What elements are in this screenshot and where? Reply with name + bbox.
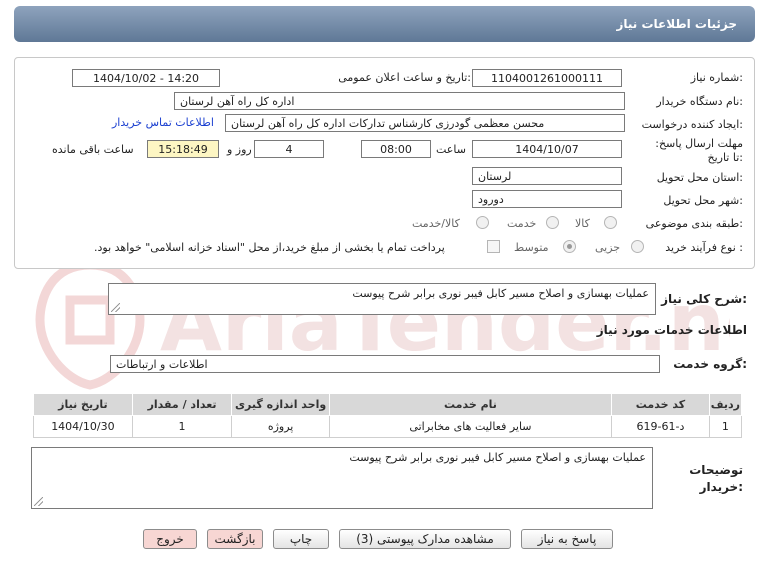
table-row: 1 د-61-619 سایر فعالیت های مخابراتی پروژ… bbox=[33, 415, 743, 438]
days-remaining-field: 4 bbox=[254, 140, 324, 158]
process-option-medium: متوسط bbox=[514, 241, 549, 254]
payment-note: پرداخت تمام یا بخشی از مبلغ خرید،از محل … bbox=[94, 241, 445, 254]
reply-button[interactable]: پاسخ به نیاز bbox=[521, 529, 613, 549]
announce-date-field: 1404/10/02 - 14:20 bbox=[72, 69, 220, 87]
remaining-time-field: 15:18:49 bbox=[147, 140, 219, 158]
buyer-contact-link[interactable]: اطلاعات تماس خریدار bbox=[112, 116, 214, 129]
need-number-label: شماره نیاز: bbox=[690, 71, 743, 84]
notes-textarea[interactable]: عملیات بهسازی و اصلاح مسیر کابل فیبر نور… bbox=[31, 447, 653, 509]
category-option-service: خدمت bbox=[507, 217, 537, 230]
deadline-date-field: 1404/10/07 bbox=[472, 140, 622, 158]
resize-grip-icon[interactable] bbox=[34, 497, 43, 506]
col-code: کد خدمت bbox=[611, 393, 710, 416]
cell-unit: پروژه bbox=[231, 415, 330, 438]
days-label: روز و bbox=[227, 143, 252, 156]
cell-name: سایر فعالیت های مخابراتی bbox=[328, 415, 613, 438]
summary-textarea[interactable]: عملیات بهسازی و اصلاح مسیر کابل فیبر نور… bbox=[108, 283, 656, 315]
process-radio-medium[interactable] bbox=[563, 240, 576, 253]
remaining-time-label: ساعت باقی مانده bbox=[52, 143, 134, 156]
category-radio-goods[interactable] bbox=[604, 216, 617, 229]
province-label: استان محل تحویل: bbox=[656, 171, 743, 184]
notes-text: عملیات بهسازی و اصلاح مسیر کابل فیبر نور… bbox=[349, 451, 646, 464]
services-table-header: ردیف کد خدمت نام خدمت واحد اندازه گیری ت… bbox=[33, 393, 743, 416]
category-option-goods: کالا bbox=[575, 217, 590, 230]
city-label: شهر محل تحویل: bbox=[663, 194, 743, 207]
need-number-field: 1104001261000111 bbox=[472, 69, 622, 87]
category-radio-service[interactable] bbox=[546, 216, 559, 229]
need-info-panel bbox=[14, 57, 755, 269]
process-option-minor: جزیی bbox=[595, 241, 621, 254]
treasury-checkbox[interactable] bbox=[487, 240, 500, 253]
col-qty: تعداد / مقدار bbox=[131, 393, 233, 416]
creator-field: محسن معظمی گودرزی کارشناس تدارکات اداره … bbox=[225, 114, 625, 132]
service-group-label: گروه خدمت: bbox=[673, 357, 747, 371]
print-button[interactable]: چاپ bbox=[273, 529, 329, 549]
col-row: ردیف bbox=[708, 393, 743, 416]
cell-row: 1 bbox=[708, 415, 743, 438]
deadline-time-field: 08:00 bbox=[361, 140, 431, 158]
col-name: نام خدمت bbox=[328, 393, 613, 416]
summary-text: عملیات بهسازی و اصلاح مسیر کابل فیبر نور… bbox=[352, 287, 649, 300]
back-button[interactable]: بازگشت bbox=[207, 529, 263, 549]
col-date: تاریخ نیاز bbox=[33, 393, 133, 416]
cell-qty: 1 bbox=[131, 415, 233, 438]
services-title: اطلاعات خدمات مورد نیاز bbox=[596, 323, 747, 337]
deadline-time-label: ساعت bbox=[436, 143, 466, 156]
deadline-label: مهلت ارسال پاسخ: تا تاریخ: bbox=[655, 137, 743, 164]
cell-date: 1404/10/30 bbox=[33, 415, 133, 438]
notes-label: توضیحات خریدار: bbox=[689, 463, 743, 494]
buyer-org-label: نام دستگاه خریدار: bbox=[656, 95, 743, 108]
creator-label: ایجاد کننده درخواست: bbox=[641, 118, 743, 131]
exit-button[interactable]: خروج bbox=[143, 529, 197, 549]
category-option-goods-service: کالا/خدمت bbox=[412, 217, 460, 230]
category-label: طبقه بندی موضوعی: bbox=[645, 217, 743, 230]
summary-label: شرح کلی نیاز: bbox=[661, 292, 747, 306]
page-title-bar: جزئیات اطلاعات نیاز bbox=[14, 6, 755, 42]
announce-date-label: تاریخ و ساعت اعلان عمومی: bbox=[338, 71, 471, 84]
city-field: دورود bbox=[472, 190, 622, 208]
page-title: جزئیات اطلاعات نیاز bbox=[616, 17, 737, 31]
col-unit: واحد اندازه گیری bbox=[231, 393, 330, 416]
category-radio-goods-service[interactable] bbox=[476, 216, 489, 229]
process-label: نوع فرآیند خرید : bbox=[665, 241, 743, 254]
province-field: لرستان bbox=[472, 167, 622, 185]
process-radio-minor[interactable] bbox=[631, 240, 644, 253]
resize-grip-icon[interactable] bbox=[111, 303, 120, 312]
cell-code: د-61-619 bbox=[611, 415, 710, 438]
services-table: ردیف کد خدمت نام خدمت واحد اندازه گیری ت… bbox=[33, 393, 743, 438]
buyer-org-field: اداره کل راه آهن لرستان bbox=[174, 92, 625, 110]
service-group-field: اطلاعات و ارتباطات bbox=[110, 355, 660, 373]
view-attachments-button[interactable]: مشاهده مدارک پیوستی (3) bbox=[339, 529, 511, 549]
